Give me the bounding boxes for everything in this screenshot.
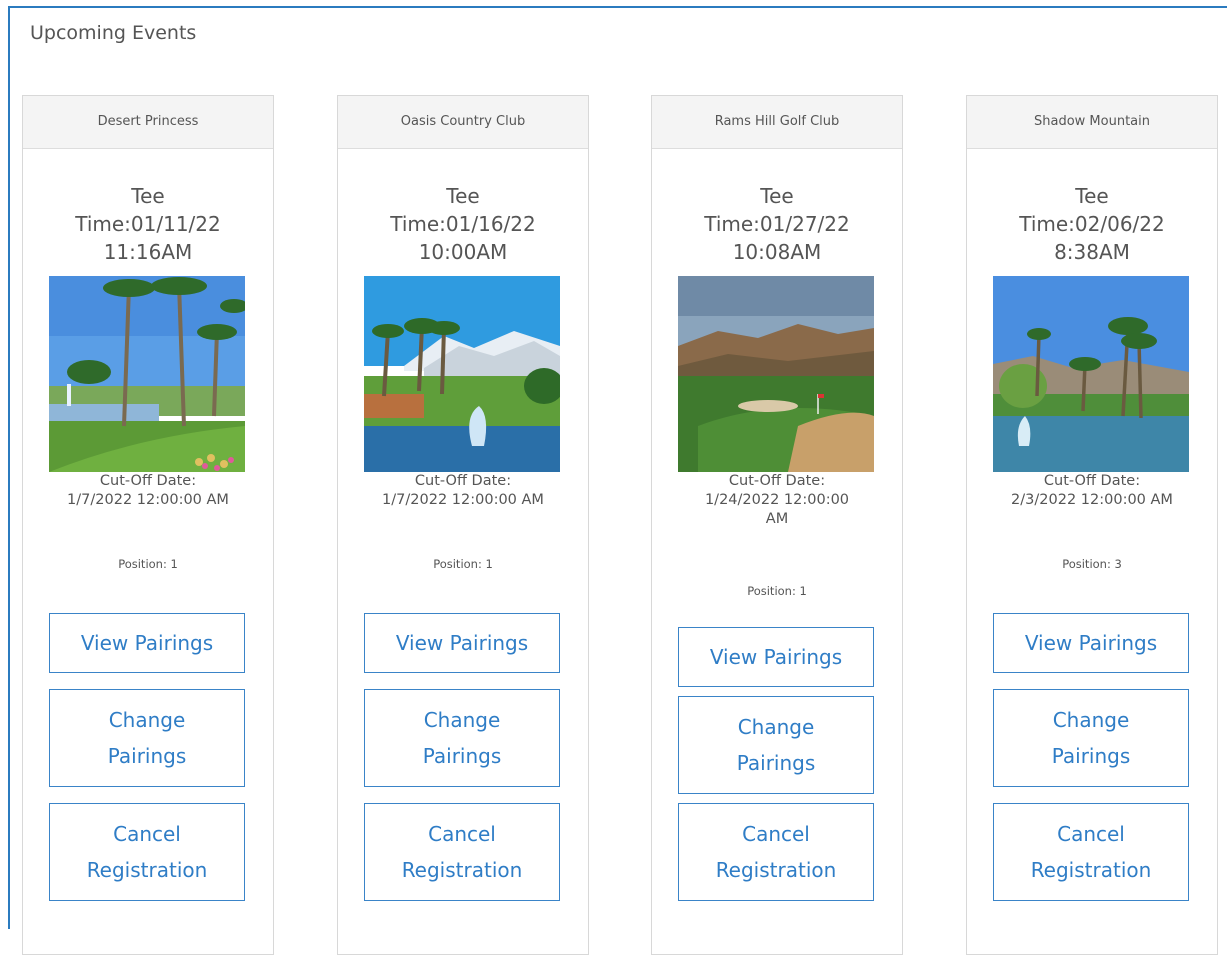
tee-time: Tee Time:01/16/22 10:00AM — [338, 182, 588, 266]
change-line-1: Change — [423, 708, 501, 732]
cutoff-label: Cut-Off Date: — [99, 473, 197, 489]
tee-label: Tee — [760, 184, 794, 208]
cancel-registration-button[interactable]: Cancel Registration — [993, 803, 1189, 901]
change-pairings-button[interactable]: Change Pairings — [678, 696, 874, 794]
cutoff-date: Cut-Off Date: 2/3/2022 12:00:00 AM — [977, 472, 1207, 510]
view-pairings-button[interactable]: View Pairings — [678, 627, 874, 687]
cutoff-value: 2/3/2022 12:00:00 AM — [1011, 492, 1173, 508]
position-text: Position: 3 — [1062, 557, 1122, 571]
cancel-line-2: Registration — [86, 858, 208, 882]
change-line-1: Change — [737, 715, 815, 739]
tee-date: Time:01/11/22 — [75, 212, 221, 236]
tee-label: Tee — [131, 184, 165, 208]
course-photo — [993, 276, 1189, 472]
cancel-registration-button[interactable]: Cancel Registration — [364, 803, 560, 901]
tee-label: Tee — [1075, 184, 1109, 208]
course-name: Shadow Mountain — [967, 96, 1217, 149]
event-card-desert-princess: Desert Princess Tee Time:01/11/22 11:16A… — [22, 95, 274, 955]
course-photo — [49, 276, 245, 472]
cutoff-value-continued: AM — [765, 511, 789, 527]
view-pairings-button[interactable]: View Pairings — [993, 613, 1189, 673]
cutoff-label: Cut-Off Date: — [728, 473, 826, 489]
event-card-rams-hill-golf-club: Rams Hill Golf Club Tee Time:01/27/22 10… — [651, 95, 903, 955]
event-card-shadow-mountain: Shadow Mountain Tee Time:02/06/22 8:38AM… — [966, 95, 1218, 955]
tee-date: Time:01/16/22 — [390, 212, 536, 236]
tee-clock: 10:08AM — [732, 240, 822, 264]
cutoff-date: Cut-Off Date: 1/24/2022 12:00:00 AM — [662, 472, 892, 529]
change-line-2: Pairings — [1051, 744, 1131, 768]
cancel-line-1: Cancel — [1057, 822, 1125, 846]
change-pairings-button[interactable]: Change Pairings — [364, 689, 560, 787]
cancel-line-1: Cancel — [742, 822, 810, 846]
cutoff-label: Cut-Off Date: — [414, 473, 512, 489]
tee-date: Time:01/27/22 — [704, 212, 850, 236]
position-text: Position: 1 — [747, 584, 807, 598]
course-name: Oasis Country Club — [338, 96, 588, 149]
change-line-2: Pairings — [736, 751, 816, 775]
cancel-registration-button[interactable]: Cancel Registration — [49, 803, 245, 901]
change-line-2: Pairings — [422, 744, 502, 768]
cancel-registration-button[interactable]: Cancel Registration — [678, 803, 874, 901]
cancel-line-2: Registration — [715, 858, 837, 882]
tee-clock: 11:16AM — [103, 240, 193, 264]
event-card-oasis-country-club: Oasis Country Club Tee Time:01/16/22 10:… — [337, 95, 589, 955]
position-text: Position: 1 — [433, 557, 493, 571]
cancel-line-1: Cancel — [113, 822, 181, 846]
position-text: Position: 1 — [118, 557, 178, 571]
cancel-line-2: Registration — [1030, 858, 1152, 882]
view-pairings-button[interactable]: View Pairings — [364, 613, 560, 673]
page-title: Upcoming Events — [30, 22, 197, 44]
cutoff-value: 1/24/2022 12:00:00 — [704, 492, 850, 508]
course-photo — [364, 276, 560, 472]
cancel-line-1: Cancel — [428, 822, 496, 846]
course-name: Rams Hill Golf Club — [652, 96, 902, 149]
course-photo — [678, 276, 874, 472]
cutoff-date: Cut-Off Date: 1/7/2022 12:00:00 AM — [348, 472, 578, 510]
cutoff-value: 1/7/2022 12:00:00 AM — [67, 492, 229, 508]
tee-time: Tee Time:02/06/22 8:38AM — [967, 182, 1217, 266]
tee-clock: 8:38AM — [1054, 240, 1130, 264]
tee-clock: 10:00AM — [418, 240, 508, 264]
change-pairings-button[interactable]: Change Pairings — [49, 689, 245, 787]
tee-label: Tee — [446, 184, 480, 208]
cutoff-value: 1/7/2022 12:00:00 AM — [382, 492, 544, 508]
change-pairings-button[interactable]: Change Pairings — [993, 689, 1189, 787]
change-line-1: Change — [108, 708, 186, 732]
change-line-1: Change — [1052, 708, 1130, 732]
tee-date: Time:02/06/22 — [1019, 212, 1165, 236]
cutoff-label: Cut-Off Date: — [1043, 473, 1141, 489]
course-name: Desert Princess — [23, 96, 273, 149]
cancel-line-2: Registration — [401, 858, 523, 882]
tee-time: Tee Time:01/11/22 11:16AM — [23, 182, 273, 266]
cutoff-date: Cut-Off Date: 1/7/2022 12:00:00 AM — [33, 472, 263, 510]
view-pairings-button[interactable]: View Pairings — [49, 613, 245, 673]
events-panel: Upcoming Events Desert Princess Tee Time… — [8, 6, 1227, 955]
change-line-2: Pairings — [107, 744, 187, 768]
tee-time: Tee Time:01/27/22 10:08AM — [652, 182, 902, 266]
